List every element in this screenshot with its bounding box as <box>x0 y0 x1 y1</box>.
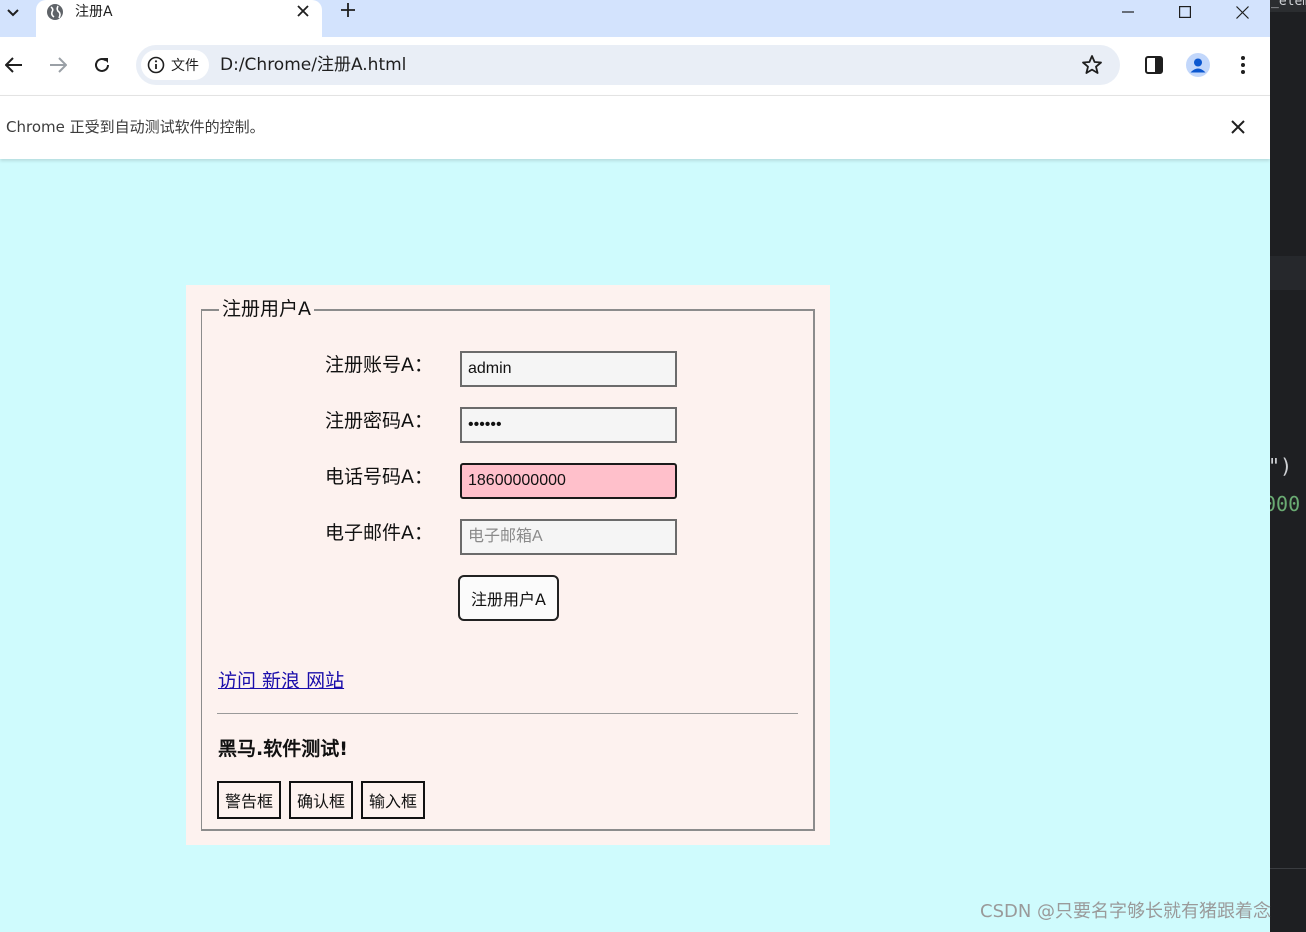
prompt-button[interactable]: 输入框 <box>361 781 426 819</box>
maximize-icon <box>1179 6 1191 18</box>
register-button[interactable]: 注册用户A <box>458 575 559 621</box>
info-icon <box>147 56 165 74</box>
alert-button[interactable]: 警告框 <box>217 781 282 819</box>
register-form-panel: 注册用户A 注册账号A： admin 注册密码A： •••••• 电话号码A： … <box>186 285 830 845</box>
ide-tab-text: _elem <box>1271 0 1306 9</box>
automation-infobar: Chrome 正受到自动测试软件的控制。 <box>0 95 1270 159</box>
close-icon <box>297 5 309 17</box>
ide-code-line: 000 <box>1270 492 1301 516</box>
browser-chrome: 注册A 文件 D:/Chrome/注册A.html Chrome 正受到自动测试… <box>0 0 1270 159</box>
reload-icon <box>95 57 109 72</box>
password-input[interactable]: •••••• <box>460 407 677 443</box>
tab-close-button[interactable] <box>294 2 312 22</box>
globe-icon <box>47 4 63 20</box>
plus-icon <box>341 3 355 17</box>
profile-avatar-icon <box>1186 53 1210 77</box>
window-close-button[interactable] <box>1219 0 1265 24</box>
bookmark-star-icon[interactable] <box>1080 53 1104 77</box>
close-icon <box>1235 5 1249 19</box>
new-tab-button[interactable] <box>336 0 360 24</box>
email-placeholder: 电子邮箱A <box>468 528 543 545</box>
more-vert-icon <box>1241 56 1245 74</box>
reload-button[interactable] <box>90 53 114 77</box>
password-label: 注册密码A： <box>325 410 433 432</box>
email-input[interactable]: 电子邮箱A <box>460 519 677 555</box>
maximize-button[interactable] <box>1162 0 1208 24</box>
browser-tab[interactable]: 注册A <box>36 0 322 37</box>
menu-button[interactable] <box>1231 53 1255 77</box>
sina-link[interactable]: 访问 新浪 网站 <box>218 669 344 693</box>
watermark-text: CSDN @只要名字够长就有猪跟着念 <box>980 901 1272 922</box>
register-fieldset: 注册用户A 注册账号A： admin 注册密码A： •••••• 电话号码A： … <box>201 297 815 831</box>
section-heading: 黑马.软件测试! <box>218 738 348 760</box>
side-panel-icon <box>1145 56 1163 74</box>
site-info-chip[interactable]: 文件 <box>141 50 209 80</box>
tab-search-button[interactable] <box>0 0 26 25</box>
profile-button[interactable] <box>1186 53 1210 77</box>
account-label: 注册账号A： <box>325 354 433 376</box>
phone-input[interactable]: 18600000000 <box>460 463 677 499</box>
back-button[interactable] <box>2 53 26 77</box>
ide-divider <box>1270 868 1306 869</box>
infobar-text: Chrome 正受到自动测试软件的控制。 <box>6 118 265 136</box>
address-bar[interactable]: 文件 D:/Chrome/注册A.html <box>136 45 1120 85</box>
email-label: 电子邮件A： <box>325 522 433 544</box>
arrow-right-icon <box>50 57 67 73</box>
ide-tab-bar: _elem <box>1270 0 1306 12</box>
arrow-left-icon <box>5 57 22 73</box>
ide-editor-strip: _elem ") 000 <box>1270 0 1306 932</box>
fieldset-legend: 注册用户A <box>219 297 314 321</box>
forward-button[interactable] <box>46 53 70 77</box>
close-icon[interactable] <box>1228 117 1248 137</box>
chevron-down-icon <box>7 8 19 16</box>
ide-highlight-band <box>1270 256 1306 290</box>
phone-label: 电话号码A： <box>325 466 433 488</box>
security-label: 文件 <box>171 58 199 74</box>
tab-title: 注册A <box>75 4 113 20</box>
side-panel-button[interactable] <box>1142 53 1166 77</box>
horizontal-rule <box>217 713 798 714</box>
minimize-button[interactable] <box>1105 0 1151 24</box>
ide-code-line: ") <box>1270 454 1293 478</box>
account-input[interactable]: admin <box>460 351 677 387</box>
url-text[interactable]: D:/Chrome/注册A.html <box>220 55 406 75</box>
confirm-button[interactable]: 确认框 <box>289 781 354 819</box>
minimize-icon <box>1122 11 1134 13</box>
browser-toolbar: 文件 D:/Chrome/注册A.html <box>0 37 1270 95</box>
tab-strip: 注册A <box>0 0 1270 37</box>
